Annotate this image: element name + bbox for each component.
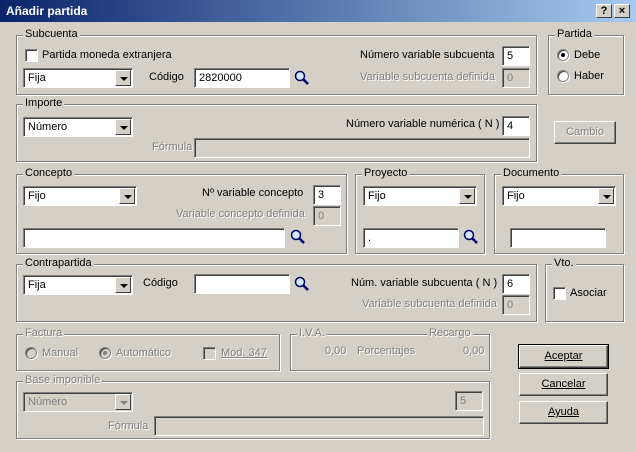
subcuenta-codigo-label: Código <box>149 71 184 83</box>
porcentajes-label: Porcentajes <box>357 345 416 357</box>
cancelar-button[interactable]: Cancelar <box>519 373 608 396</box>
automatico-label: Automático <box>116 347 172 359</box>
base-formula-label: Fórmula <box>108 420 149 432</box>
contrapartida-var-def-input: 0 <box>502 295 530 315</box>
aceptar-button[interactable]: Aceptar <box>518 344 609 369</box>
haber-radio[interactable] <box>557 70 569 82</box>
chevron-down-icon[interactable] <box>119 188 135 204</box>
contrapartida-tipo-select[interactable]: Fija <box>23 275 133 295</box>
proyecto-text-input[interactable]: . <box>363 228 459 248</box>
concepto-tipo-value: Fijo <box>28 190 46 202</box>
chevron-down-icon[interactable] <box>115 277 131 293</box>
title-bar: Añadir partida ? × <box>0 0 636 22</box>
manual-label: Manual <box>42 347 79 359</box>
base-formula-input <box>154 416 484 436</box>
moneda-extranjera-checkbox[interactable] <box>25 49 38 62</box>
ayuda-label: Ayuda <box>548 406 579 418</box>
aceptar-label: Aceptar <box>544 350 583 362</box>
chevron-down-icon[interactable] <box>115 394 131 410</box>
importe-num-var-label: Número variable numérica ( N ) <box>346 118 500 130</box>
automatico-radio[interactable] <box>99 347 111 359</box>
subcuenta-num-var-input[interactable]: 5 <box>502 46 530 66</box>
concepto-num-var-input[interactable]: 3 <box>313 185 341 205</box>
close-icon[interactable]: × <box>614 4 630 18</box>
subcuenta-var-def-label: Variable subcuenta definida <box>360 71 495 83</box>
search-icon[interactable] <box>289 228 307 246</box>
moneda-extranjera-label: Partida moneda extranjera <box>42 49 172 61</box>
partida-legend: Partida <box>555 28 594 40</box>
base-num-input: 5 <box>455 391 483 411</box>
vto-legend: Vto. <box>552 257 576 269</box>
chevron-down-icon[interactable] <box>598 188 614 204</box>
proyecto-tipo-select[interactable]: Fijo <box>363 186 477 206</box>
importe-formula-label: Fórmula <box>152 141 193 153</box>
subcuenta-tipo-select[interactable]: Fija <box>23 68 133 88</box>
contrapartida-legend: Contrapartida <box>23 257 94 269</box>
contrapartida-tipo-value: Fija <box>28 279 46 291</box>
proyecto-legend: Proyecto <box>362 167 410 179</box>
mod347-checkbox[interactable] <box>203 347 216 360</box>
chevron-down-icon[interactable] <box>115 119 131 135</box>
concepto-tipo-select[interactable]: Fijo <box>23 186 137 206</box>
chevron-down-icon[interactable] <box>115 70 131 86</box>
recargo-value: 0,00 <box>463 345 485 357</box>
manual-radio[interactable] <box>25 347 37 359</box>
concepto-text-input[interactable] <box>23 228 285 248</box>
subcuenta-legend: Subcuenta <box>23 28 80 40</box>
cambio-button[interactable]: Cambio <box>554 121 616 144</box>
search-icon[interactable] <box>293 69 311 87</box>
concepto-num-var-label: Nº variable concepto <box>202 187 304 199</box>
documento-tipo-value: Fijo <box>507 190 525 202</box>
factura-legend: Factura <box>23 327 65 339</box>
search-icon[interactable] <box>462 228 480 246</box>
asociar-label: Asociar <box>570 287 607 299</box>
subcuenta-num-var-label: Número variable subcuenta <box>360 49 495 61</box>
window-title: Añadir partida <box>6 4 88 18</box>
iva-legend: I.V.A. <box>297 327 327 339</box>
asociar-checkbox[interactable] <box>553 287 566 300</box>
contrapartida-codigo-label: Código <box>143 277 178 289</box>
recargo-legend: Recargo <box>427 327 473 339</box>
base-imponible-legend: Base imponible <box>23 374 103 386</box>
contrapartida-var-def-label: Variable subcuenta definida <box>362 298 497 310</box>
chevron-down-icon[interactable] <box>459 188 475 204</box>
debe-radio[interactable] <box>557 49 569 61</box>
proyecto-tipo-value: Fijo <box>368 190 386 202</box>
partida-group: Partida <box>548 28 624 95</box>
base-tipo-value: Número <box>28 396 68 408</box>
mod347-label: Mod. 347 <box>221 347 267 359</box>
concepto-var-def-label: Variable concepto definida <box>176 208 305 220</box>
importe-num-var-input[interactable]: 4 <box>502 116 530 136</box>
help-icon[interactable]: ? <box>596 4 612 18</box>
importe-legend: Importe <box>23 97 65 109</box>
importe-tipo-select[interactable]: Número <box>23 117 133 137</box>
contrapartida-num-var-label: Núm. variable subcuenta ( N ) <box>351 277 498 289</box>
importe-tipo-value: Número <box>28 121 68 133</box>
concepto-legend: Concepto <box>23 167 75 179</box>
subcuenta-var-def-input: 0 <box>502 68 530 88</box>
concepto-var-def-input: 0 <box>313 206 341 226</box>
debe-label: Debe <box>574 49 601 61</box>
base-tipo-select[interactable]: Número <box>23 392 133 412</box>
importe-formula-input <box>194 138 530 158</box>
contrapartida-codigo-input[interactable] <box>194 274 290 294</box>
contrapartida-num-var-input[interactable]: 6 <box>502 274 530 294</box>
iva-value: 0,00 <box>325 345 347 357</box>
documento-text-input[interactable] <box>510 228 606 248</box>
documento-legend: Documento <box>501 167 562 179</box>
documento-tipo-select[interactable]: Fijo <box>502 186 616 206</box>
ayuda-button[interactable]: Ayuda <box>519 401 608 424</box>
search-icon[interactable] <box>293 275 311 293</box>
haber-label: Haber <box>574 70 604 82</box>
subcuenta-tipo-value: Fija <box>28 72 46 84</box>
subcuenta-codigo-input[interactable]: 2820000 <box>194 68 290 88</box>
cancelar-label: Cancelar <box>541 378 586 390</box>
